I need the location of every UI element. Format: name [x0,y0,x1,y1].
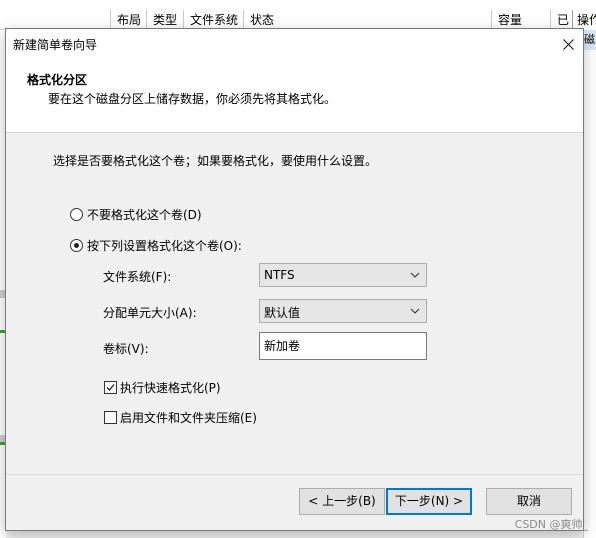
page-title: 格式化分区 [27,73,88,87]
radio-unchecked-icon [70,208,83,221]
action-pane-header: 操作 [572,10,596,30]
no-format-label: 不要格式化这个卷(D) [87,208,202,222]
format-label: 按下列设置格式化这个卷(O): [87,239,242,253]
checkbox-unchecked-icon [104,411,117,424]
filesystem-select[interactable]: NTFS [259,263,427,287]
dialog-titlebar: 新建简单卷向导 [6,29,583,59]
chevron-down-icon [410,272,420,278]
action-pane-item[interactable]: 磁盘 [584,30,596,50]
allocation-value: 默认值 [264,306,301,320]
close-icon [562,39,574,50]
chevron-down-icon [410,308,420,314]
no-format-radio[interactable]: 不要格式化这个卷(D) [70,206,202,223]
filesystem-value: NTFS [264,268,295,282]
allocation-label: 分配单元大小(A): [103,306,197,320]
volume-label-input[interactable]: 新加卷 [259,332,427,360]
close-button[interactable] [553,29,583,59]
allocation-unit-select[interactable]: 默认值 [259,299,427,323]
filesystem-label: 文件系统(F): [103,270,172,284]
checkbox-checked-icon [104,381,117,394]
volume-list-header: 布局 类型 文件系统 状态 容量 已 操作 [0,0,596,30]
radio-checked-icon [70,239,83,252]
action-pane: 磁盘 [583,30,596,538]
wizard-content: 选择是否要格式化这个卷；如果要格式化，要使用什么设置。 不要格式化这个卷(D) … [6,134,583,472]
instruction-text: 选择是否要格式化这个卷；如果要格式化，要使用什么设置。 [53,154,378,168]
quick-format-label: 执行快速格式化(P) [120,381,221,395]
column-header-filesystem[interactable]: 文件系统 [183,10,243,30]
column-header-type[interactable]: 类型 [146,10,183,30]
watermark-text: CSDN @爽帅_ [514,518,588,531]
next-button[interactable]: 下一步(N) > [386,488,472,515]
format-radio[interactable]: 按下列设置格式化这个卷(O): [70,237,242,254]
column-header-layout[interactable]: 布局 [110,10,146,30]
wizard-header: 格式化分区 要在这个磁盘分区上储存数据，你必须先将其格式化。 [6,59,583,133]
compression-checkbox[interactable]: 启用文件和文件夹压缩(E) [104,409,257,426]
footer-divider [6,474,583,475]
quick-format-checkbox[interactable]: 执行快速格式化(P) [104,379,221,396]
dialog-title: 新建简单卷向导 [13,38,98,52]
column-header-free[interactable]: 已 [550,10,572,30]
back-button[interactable]: < 上一步(B) [299,488,385,515]
volume-label-label: 卷标(V): [103,342,149,356]
page-description: 要在这个磁盘分区上储存数据，你必须先将其格式化。 [48,92,337,106]
column-header-capacity[interactable]: 容量 [491,10,550,30]
compression-label: 启用文件和文件夹压缩(E) [120,411,257,425]
cancel-button[interactable]: 取消 [486,488,572,515]
new-simple-volume-wizard: 新建简单卷向导 格式化分区 要在这个磁盘分区上储存数据，你必须先将其格式化。 选… [5,28,584,531]
column-header-status[interactable]: 状态 [243,10,491,30]
